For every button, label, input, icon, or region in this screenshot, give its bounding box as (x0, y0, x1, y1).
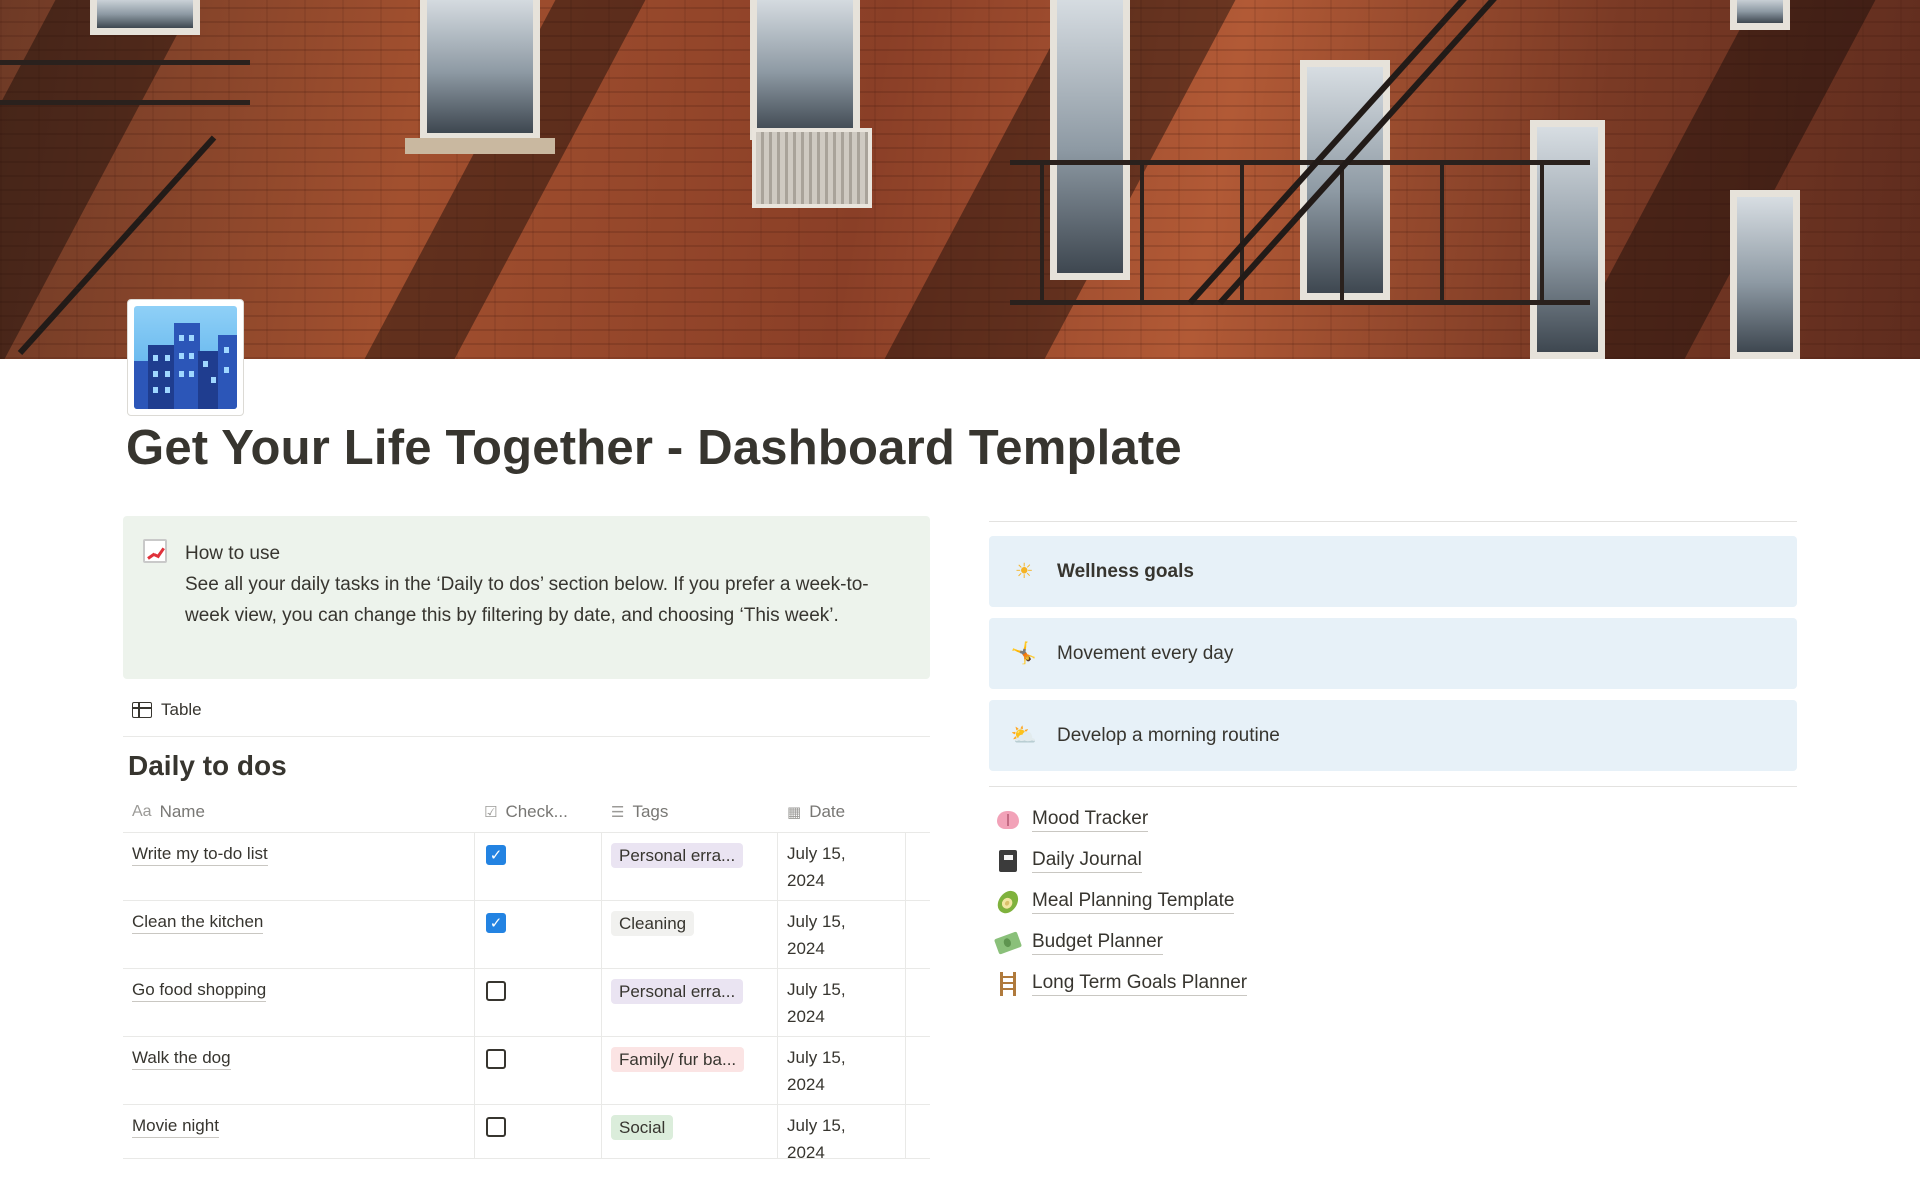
row-name[interactable]: Walk the dog (132, 1047, 231, 1070)
daily-todos-table: Aa Name ☑ Check... ☰ Tags ▦ Date Write m… (123, 791, 930, 1159)
view-divider (123, 736, 930, 737)
row-date[interactable]: July 15, 2024 (787, 1112, 905, 1158)
link-long-term-goals-planner[interactable]: Long Term Goals Planner (996, 963, 1248, 1004)
column-header-check[interactable]: ☑ Check... (475, 791, 602, 832)
row-checkbox[interactable]: ✓ (486, 845, 506, 865)
column-header-spacer (906, 791, 930, 832)
callout-body: See all your daily tasks in the ‘Daily t… (185, 574, 869, 626)
chart-increasing-icon (143, 539, 171, 567)
view-tab-table[interactable]: Table (132, 700, 202, 720)
link-meal-planning-template[interactable]: Meal Planning Template (993, 881, 1247, 922)
row-checkbox[interactable]: ✓ (486, 913, 506, 933)
callout-movement-every-day[interactable]: 🤸 Movement every day (989, 618, 1797, 689)
table-row[interactable]: Walk the dog Family/ fur ba... July 15, 2… (123, 1037, 930, 1105)
page-cover[interactable] (0, 0, 1920, 359)
divider-top (989, 521, 1797, 522)
goal-label: Movement every day (1057, 642, 1234, 664)
toggle-wellness-goals[interactable]: ☀ Wellness goals (989, 536, 1797, 607)
row-name[interactable]: Write my to-do list (132, 843, 268, 866)
row-tag[interactable]: Personal erra... (611, 979, 744, 1004)
link-budget-planner[interactable]: Budget Planner (993, 922, 1247, 963)
link-mood-tracker[interactable]: Mood Tracker (996, 799, 1247, 840)
table-header: Aa Name ☑ Check... ☰ Tags ▦ Date (123, 791, 930, 833)
text-property-icon: Aa (132, 802, 152, 820)
goal-label: Wellness goals (1057, 560, 1194, 582)
page-title[interactable]: Get Your Life Together - Dashboard Templ… (126, 420, 1182, 476)
column-header-tags[interactable]: ☰ Tags (602, 791, 778, 832)
column-header-name[interactable]: Aa Name (123, 791, 475, 832)
avocado-icon (993, 886, 1023, 917)
check-icon: ✓ (489, 847, 503, 864)
column-header-date[interactable]: ▦ Date (778, 791, 906, 832)
sun-behind-cloud-icon: ⛅ (1010, 723, 1038, 747)
row-date[interactable]: July 15, 2024 (787, 1044, 905, 1098)
multi-select-property-icon: ☰ (611, 803, 625, 821)
row-checkbox[interactable] (486, 1049, 506, 1069)
row-checkbox[interactable] (486, 981, 506, 1001)
page-icon[interactable] (127, 299, 244, 416)
callout-morning-routine[interactable]: ⛅ Develop a morning routine (989, 700, 1797, 771)
table-row[interactable]: Movie night Social July 15, 2024 (123, 1105, 930, 1159)
gymnast-icon: 🤸 (1010, 641, 1038, 665)
row-name[interactable]: Movie night (132, 1115, 219, 1138)
row-tag[interactable]: Cleaning (611, 911, 695, 936)
row-date[interactable]: July 15, 2024 (787, 976, 905, 1030)
row-name[interactable]: Go food shopping (132, 979, 267, 1002)
row-date[interactable]: July 15, 2024 (787, 908, 905, 962)
row-date[interactable]: July 15, 2024 (787, 840, 905, 894)
callout-heading: How to use (185, 543, 281, 564)
row-tag[interactable]: Family/ fur ba... (611, 1047, 745, 1072)
ladder-icon (996, 971, 1020, 996)
cityscape-icon (134, 306, 237, 409)
check-icon: ✓ (489, 915, 503, 932)
view-tab-label: Table (161, 700, 202, 719)
row-tag[interactable]: Personal erra... (611, 843, 744, 868)
divider-bottom (989, 786, 1797, 787)
link-daily-journal[interactable]: Daily Journal (996, 840, 1247, 881)
goal-label: Develop a morning routine (1057, 724, 1280, 746)
database-title[interactable]: Daily to dos (128, 750, 287, 782)
linked-pages: Mood Tracker Daily Journal Meal Planning… (993, 799, 1248, 1004)
money-with-wings-icon (993, 930, 1023, 955)
row-checkbox[interactable] (486, 1117, 506, 1137)
row-name[interactable]: Clean the kitchen (132, 911, 264, 934)
row-tag[interactable]: Social (611, 1115, 674, 1140)
table-icon (132, 702, 152, 718)
sun-icon: ☀ (1014, 560, 1034, 583)
table-row[interactable]: Go food shopping Personal erra... July 1… (123, 969, 930, 1037)
how-to-use-callout[interactable]: How to use See all your daily tasks in t… (123, 516, 930, 679)
brain-icon (996, 808, 1020, 832)
calendar-property-icon: ▦ (787, 803, 802, 821)
table-row[interactable]: Write my to-do list ✓ Personal erra... J… (123, 833, 930, 901)
notebook-icon (996, 849, 1020, 873)
checkbox-property-icon: ☑ (484, 803, 498, 821)
table-row[interactable]: Clean the kitchen ✓ Cleaning July 15, 202… (123, 901, 930, 969)
